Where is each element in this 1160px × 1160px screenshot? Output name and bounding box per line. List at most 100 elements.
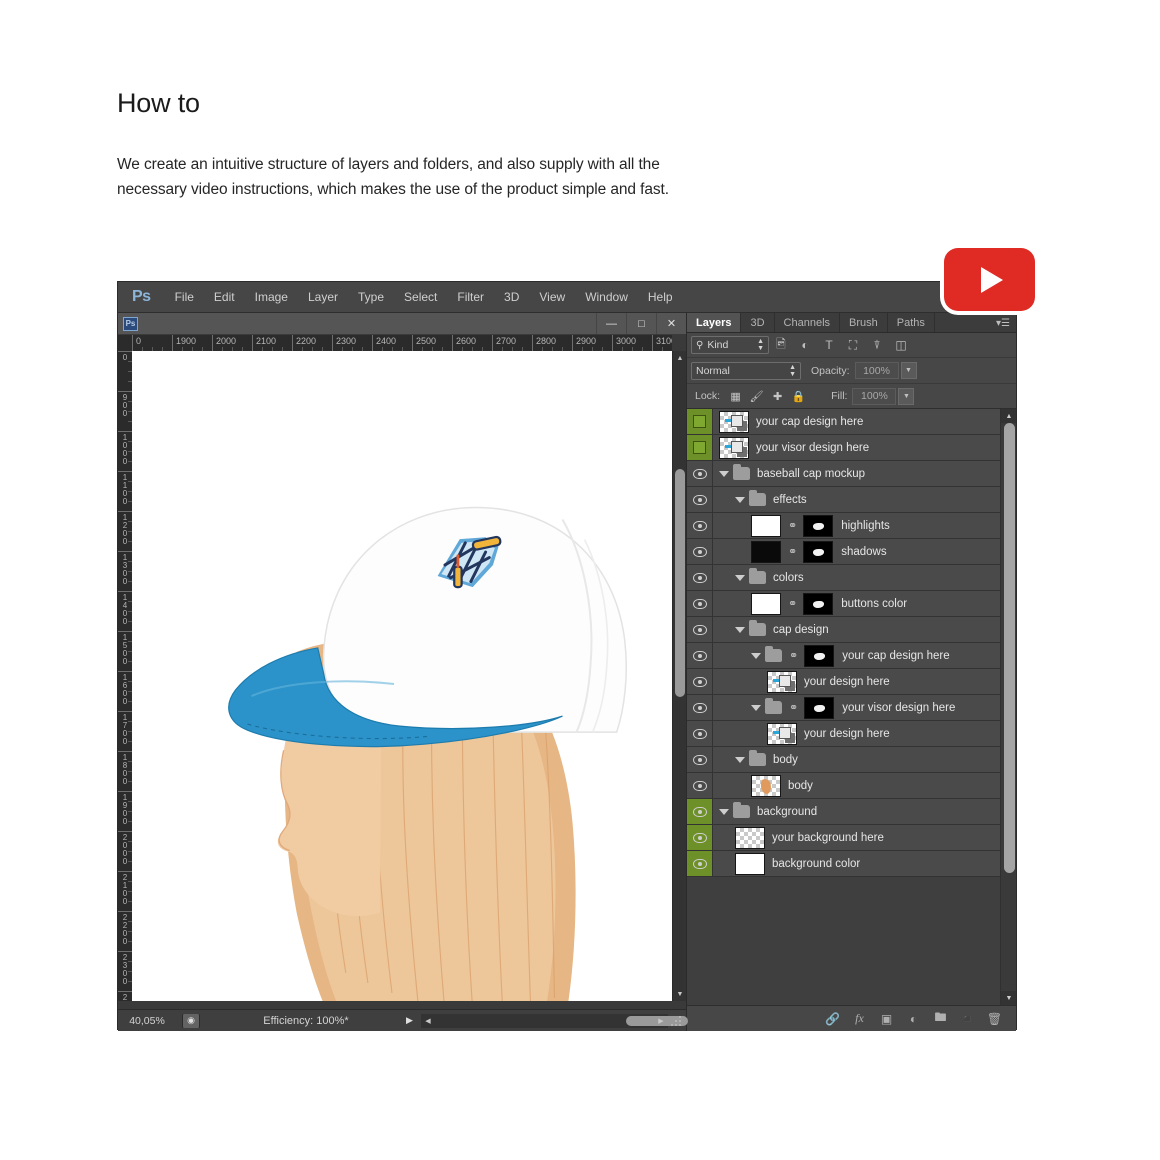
layer-row[interactable]: background color	[687, 851, 1000, 877]
layer-visibility-toggle[interactable]	[687, 695, 713, 720]
delete-layer-icon[interactable]: 🗑	[981, 1008, 1008, 1030]
layers-scroll-up-icon[interactable]: ▲	[1001, 409, 1016, 423]
menu-view[interactable]: View	[529, 287, 575, 307]
layer-visibility-toggle[interactable]	[687, 461, 713, 486]
layer-row[interactable]: your design here	[687, 669, 1000, 695]
link-layers-icon[interactable]: 🔗	[819, 1008, 846, 1030]
group-disclosure-triangle-icon[interactable]	[719, 471, 729, 477]
group-disclosure-triangle-icon[interactable]	[751, 705, 761, 711]
layer-visibility-toggle[interactable]	[687, 513, 713, 538]
layer-select-indicator[interactable]	[687, 409, 713, 434]
layers-vertical-scrollbar[interactable]: ▲ ▼	[1000, 409, 1016, 1005]
layer-row[interactable]: body	[687, 773, 1000, 799]
layer-visibility-toggle[interactable]	[687, 617, 713, 642]
menu-layer[interactable]: Layer	[298, 287, 348, 307]
document-vertical-scroll-thumb[interactable]	[675, 469, 685, 697]
lock-image-icon[interactable]: 🖌	[746, 387, 767, 405]
lock-transparency-icon[interactable]: ▦	[725, 387, 746, 405]
layer-row[interactable]: your design here	[687, 721, 1000, 747]
menu-select[interactable]: Select	[394, 287, 447, 307]
add-layer-mask-icon[interactable]: ▣	[873, 1008, 900, 1030]
maximize-button[interactable]: □	[626, 313, 656, 334]
layer-visibility-toggle[interactable]	[687, 825, 713, 850]
lock-all-icon[interactable]: 🔒	[788, 387, 809, 405]
lock-position-icon[interactable]: ✚	[767, 387, 788, 405]
stepper-icon[interactable]: ▲▼	[757, 338, 764, 352]
layer-row[interactable]: your background here	[687, 825, 1000, 851]
menu-filter[interactable]: Filter	[447, 287, 494, 307]
smart-object-filter-icon[interactable]: ⍒	[865, 335, 889, 355]
group-disclosure-triangle-icon[interactable]	[735, 497, 745, 503]
layer-visibility-toggle[interactable]	[687, 591, 713, 616]
zoom-level[interactable]: 40,05%	[118, 1015, 176, 1027]
layer-select-indicator[interactable]	[687, 435, 713, 460]
tab-3d[interactable]: 3D	[741, 313, 774, 332]
layer-visibility-toggle[interactable]	[687, 721, 713, 746]
mask-link-icon[interactable]: ⚭	[788, 519, 797, 532]
scroll-up-arrow-icon[interactable]: ▲	[673, 351, 687, 365]
group-disclosure-triangle-icon[interactable]	[735, 757, 745, 763]
mask-link-icon[interactable]: ⚭	[789, 701, 798, 714]
layer-row[interactable]: colors	[687, 565, 1000, 591]
tab-layers[interactable]: Layers	[687, 313, 741, 332]
tab-paths[interactable]: Paths	[888, 313, 935, 332]
panel-menu-icon[interactable]: ▾☰	[996, 318, 1010, 329]
layer-visibility-toggle[interactable]	[687, 799, 713, 824]
layers-scroll-thumb[interactable]	[1004, 423, 1015, 873]
menu-window[interactable]: Window	[575, 287, 638, 307]
layer-visibility-toggle[interactable]	[687, 643, 713, 668]
layer-mask-thumbnail[interactable]	[804, 697, 834, 719]
document-vertical-scrollbar[interactable]: ▲ ▼	[672, 351, 686, 1001]
tab-brush[interactable]: Brush	[840, 313, 888, 332]
layer-row[interactable]: your cap design here	[687, 409, 1000, 435]
layer-row[interactable]: your visor design here	[687, 435, 1000, 461]
layer-kind-filter-select[interactable]: ⚲ Kind ▲▼	[691, 336, 769, 354]
fill-dropdown-icon[interactable]: ▼	[898, 388, 914, 405]
layer-mask-thumbnail[interactable]	[803, 515, 833, 537]
new-group-icon[interactable]: 🖿	[927, 1008, 954, 1030]
layer-list-container[interactable]: your cap design hereyour visor design he…	[687, 409, 1016, 1005]
layer-row[interactable]: effects	[687, 487, 1000, 513]
vertical-ruler[interactable]: 0900100011001200130014001500160017001800…	[118, 351, 132, 1001]
mask-link-icon[interactable]: ⚭	[788, 545, 797, 558]
layer-styles-fx-icon[interactable]: fx	[846, 1008, 873, 1030]
type-layer-filter-icon[interactable]: T	[817, 335, 841, 355]
layer-mask-thumbnail[interactable]	[803, 541, 833, 563]
layer-visibility-toggle[interactable]	[687, 773, 713, 798]
youtube-play-badge[interactable]	[944, 248, 1035, 311]
menu-image[interactable]: Image	[245, 287, 298, 307]
layer-row[interactable]: ⚭your cap design here	[687, 643, 1000, 669]
layer-visibility-toggle[interactable]	[687, 487, 713, 512]
layer-visibility-toggle[interactable]	[687, 669, 713, 694]
layer-row[interactable]: cap design	[687, 617, 1000, 643]
scroll-down-arrow-icon[interactable]: ▼	[673, 987, 687, 1001]
stepper-icon[interactable]: ▲▼	[789, 364, 796, 378]
layer-mask-thumbnail[interactable]	[803, 593, 833, 615]
menu-edit[interactable]: Edit	[204, 287, 245, 307]
resize-grip[interactable]	[670, 1014, 684, 1028]
menu-3d[interactable]: 3D	[494, 287, 529, 307]
filter-toggle-icon[interactable]: ◫	[889, 335, 913, 355]
horizontal-ruler[interactable]: 0190020002100220023002400250026002700280…	[132, 335, 672, 351]
layers-scroll-down-icon[interactable]: ▼	[1001, 991, 1016, 1005]
layer-row[interactable]: ⚭shadows	[687, 539, 1000, 565]
canvas-area[interactable]	[132, 351, 672, 1001]
layer-row[interactable]: baseball cap mockup	[687, 461, 1000, 487]
layer-row[interactable]: ⚭highlights	[687, 513, 1000, 539]
layer-row[interactable]: ⚭your visor design here	[687, 695, 1000, 721]
menu-help[interactable]: Help	[638, 287, 683, 307]
document-horizontal-scrollbar[interactable]: ◀ ▶	[421, 1014, 668, 1028]
menu-file[interactable]: File	[165, 287, 204, 307]
group-disclosure-triangle-icon[interactable]	[751, 653, 761, 659]
layer-visibility-toggle[interactable]	[687, 851, 713, 876]
group-disclosure-triangle-icon[interactable]	[719, 809, 729, 815]
layer-mask-thumbnail[interactable]	[804, 645, 834, 667]
group-disclosure-triangle-icon[interactable]	[735, 575, 745, 581]
opacity-dropdown-icon[interactable]: ▼	[901, 362, 917, 379]
fill-value[interactable]: 100%	[852, 388, 896, 405]
tab-channels[interactable]: Channels	[775, 313, 840, 332]
blend-mode-select[interactable]: Normal ▲▼	[691, 362, 801, 380]
minimize-button[interactable]: —	[596, 313, 626, 334]
menu-type[interactable]: Type	[348, 287, 394, 307]
pixel-layer-filter-icon[interactable]: 🖻	[769, 335, 793, 355]
